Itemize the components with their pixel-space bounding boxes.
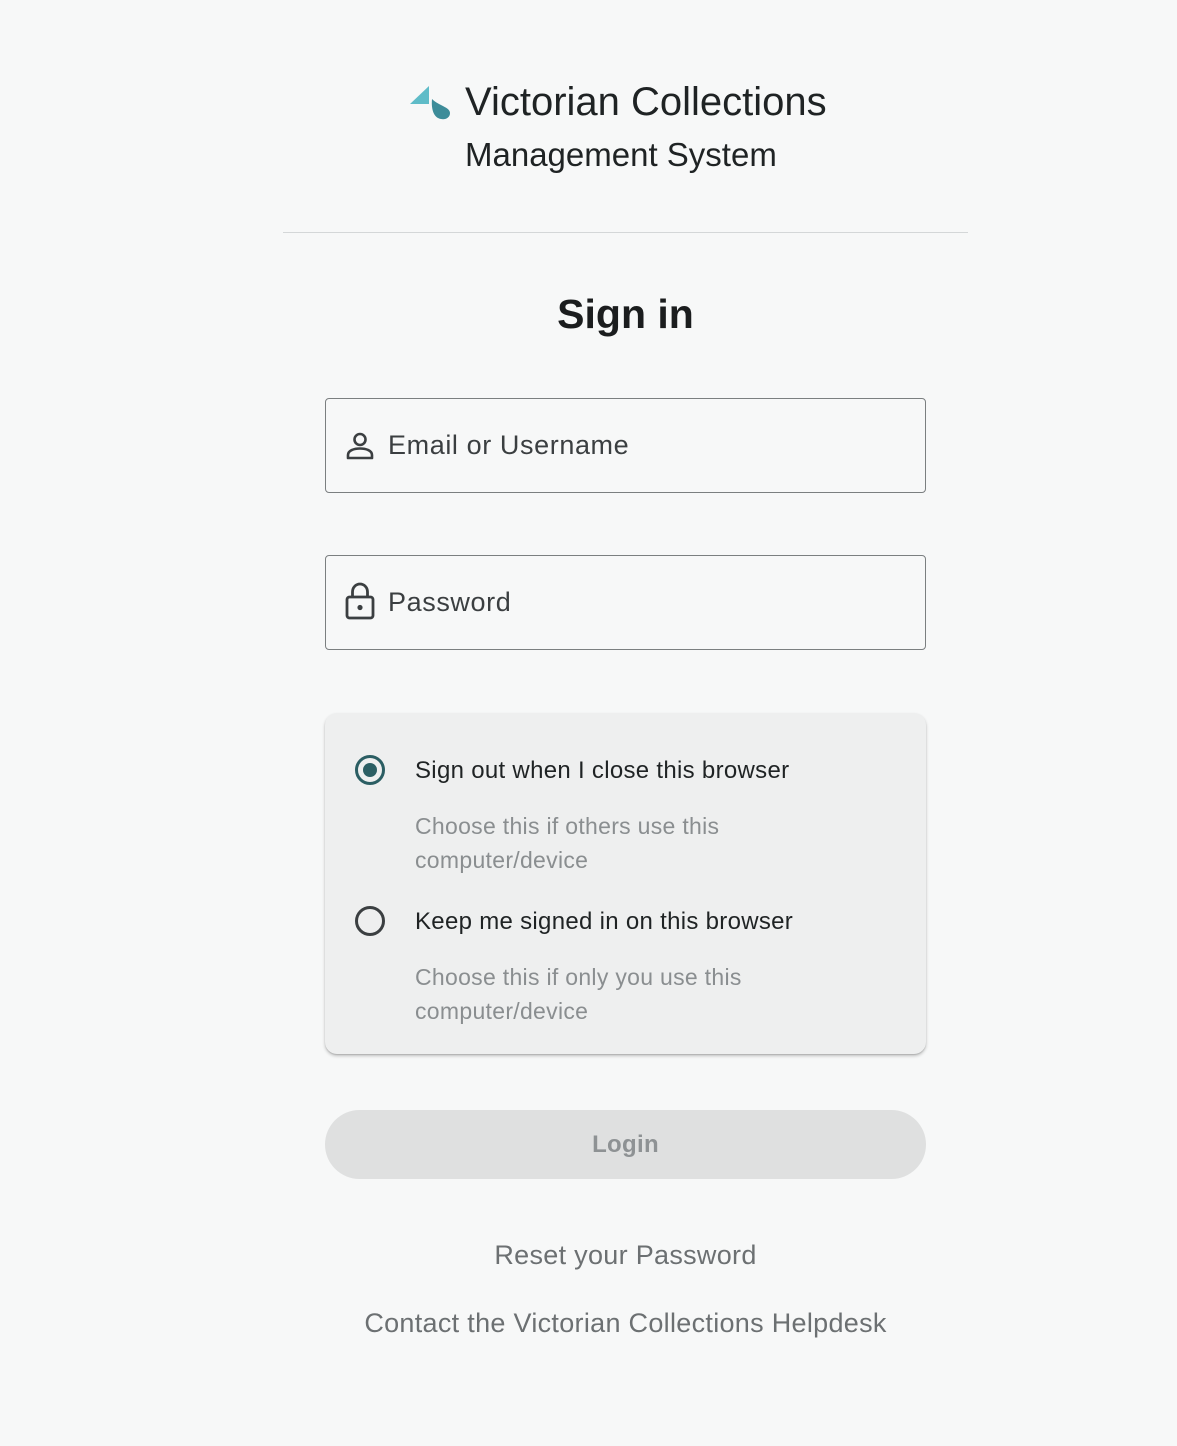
app-subtitle: Management System [465, 136, 777, 173]
password-field-container [325, 555, 926, 650]
session-options-card: Sign out when I close this browser Choos… [325, 713, 926, 1054]
email-input[interactable] [388, 399, 915, 492]
keep-signed-in-radio[interactable] [355, 906, 385, 936]
victorian-collections-logo-icon [409, 86, 451, 120]
person-icon [344, 428, 376, 464]
keep-signed-in-label[interactable]: Keep me signed in on this browser [415, 907, 793, 937]
sign-out-radio[interactable] [355, 755, 385, 785]
helpdesk-link[interactable]: Contact the Victorian Collections Helpde… [283, 1306, 968, 1340]
header-divider [283, 232, 968, 233]
page-title: Sign in [557, 291, 694, 337]
login-button[interactable]: Login [325, 1110, 926, 1179]
sign-out-help-text: Choose this if others use this computer/… [415, 813, 720, 873]
app-title: Victorian Collections [465, 80, 827, 124]
password-input[interactable] [388, 556, 915, 649]
sign-out-label[interactable]: Sign out when I close this browser [415, 756, 789, 786]
lock-icon [344, 582, 376, 620]
keep-signed-in-help-text: Choose this if only you use this compute… [415, 964, 742, 1024]
email-field-container [325, 398, 926, 493]
reset-password-link[interactable]: Reset your Password [283, 1238, 968, 1272]
